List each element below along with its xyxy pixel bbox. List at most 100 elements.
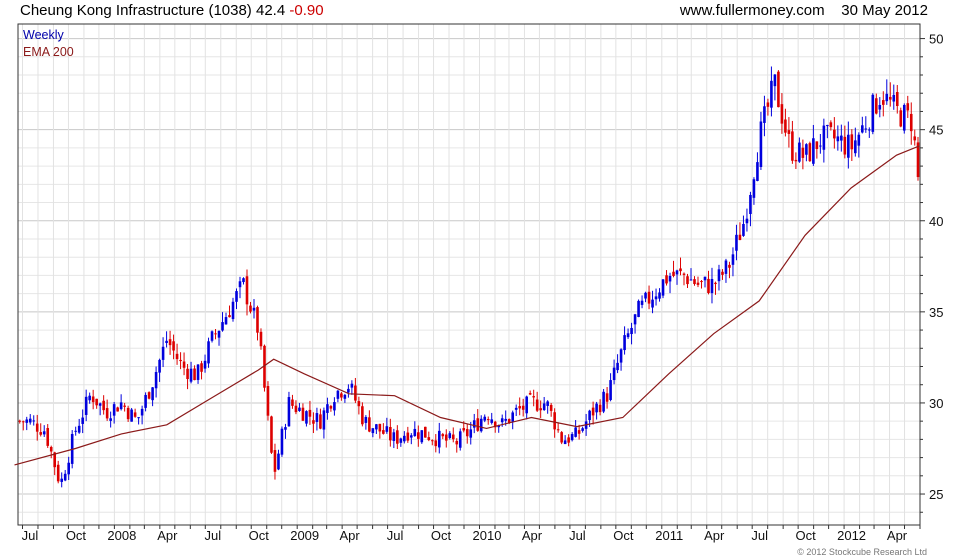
candle-body [67,462,70,475]
candle-body [413,428,417,437]
candle-body [868,129,871,131]
candle-body [182,361,186,368]
candle-body [798,142,801,162]
candle-body [60,478,64,482]
candle-body [119,402,123,410]
candle-body [525,396,528,414]
y-tick-label: 30 [929,396,943,411]
candle-body [154,371,158,389]
candle-body [532,396,535,398]
candle-body [430,440,434,442]
y-tick-label: 40 [929,214,943,229]
candle-body [287,397,291,427]
candle-body [609,380,612,400]
candle-body [577,430,581,434]
candle-body [242,278,245,283]
candle-body [423,426,427,438]
x-tick-label: Oct [66,528,87,543]
candle-body [574,427,577,437]
x-tick-label: 2008 [107,528,136,543]
candle-body [630,327,633,335]
candle-body [102,400,105,411]
candle-body [595,403,598,413]
candle-body [861,125,864,133]
legend-ema: EMA 200 [23,45,74,59]
candle-body [207,341,210,364]
candle-body [39,432,43,435]
candle-body [682,273,686,275]
candle-body [556,429,560,431]
candle-body [137,417,140,419]
candle-body [514,407,518,410]
candle-body [196,364,200,380]
candle-body [668,275,672,282]
candle-body [490,419,494,423]
candle-body [375,424,378,430]
x-tick-label: Oct [431,528,452,543]
candle-body [252,307,256,311]
candle-body [661,279,665,296]
x-tick-label: Jul [22,528,39,543]
x-axis: Jul Oct 2008 Apr Jul Oct 2009 Apr Jul Oct 2010 Apr J… [22,525,921,543]
candle-body [116,407,119,412]
candle-body [144,394,147,408]
candle-body [696,282,700,285]
candle-body [406,432,410,441]
candle-body [878,105,882,110]
candle-body [273,450,277,472]
candle-body [49,446,53,452]
candle-body [486,419,490,421]
candle-body [308,409,312,417]
candle-body [511,412,515,422]
candle-body [504,418,508,421]
candle-body [186,368,189,380]
y-tick-label: 45 [929,123,943,138]
candle-body [231,301,235,320]
candle-body [829,122,833,128]
candle-body [675,270,679,275]
candle-body [305,411,308,424]
candle-body [63,473,67,481]
y-tick-label: 50 [929,32,943,47]
candle-body [123,405,126,407]
x-tick-label: Oct [796,528,817,543]
candle-body [410,435,413,438]
x-tick-label: Oct [613,528,634,543]
x-tick-label: Jul [569,528,586,543]
candle-body [567,437,570,443]
candle-body [654,296,658,300]
candle-body [794,159,798,162]
candle-body [710,278,714,294]
candle-body [895,92,899,107]
candle-body [343,394,347,399]
candle-body [651,299,654,308]
candle-body [602,391,605,412]
candle-body [591,407,595,416]
candle-body [913,136,917,141]
candle-body [658,292,661,299]
candle-body [850,134,854,150]
candle-body [95,398,98,406]
candle-body [224,317,228,325]
candle-body [521,405,525,410]
candle-body [560,432,563,443]
candle-body [731,254,735,265]
candle-body [535,399,539,411]
candle-body [130,409,133,422]
y-tick-label: 35 [929,305,943,320]
candle-body [801,147,805,158]
candle-body [881,100,885,105]
y-tick-label: 25 [929,487,943,502]
x-tick-label: Jul [751,528,768,543]
candle-body [396,430,399,444]
candle-body [700,281,703,283]
y-axis: 25 30 35 40 45 50 [920,32,943,513]
candle-body [906,103,910,111]
candle-body [619,349,623,363]
candle-body [270,416,273,453]
candle-body [885,93,889,102]
candle-body [228,315,231,318]
candle-body [364,416,368,423]
candle-body [382,430,385,434]
candle-body [46,428,50,446]
